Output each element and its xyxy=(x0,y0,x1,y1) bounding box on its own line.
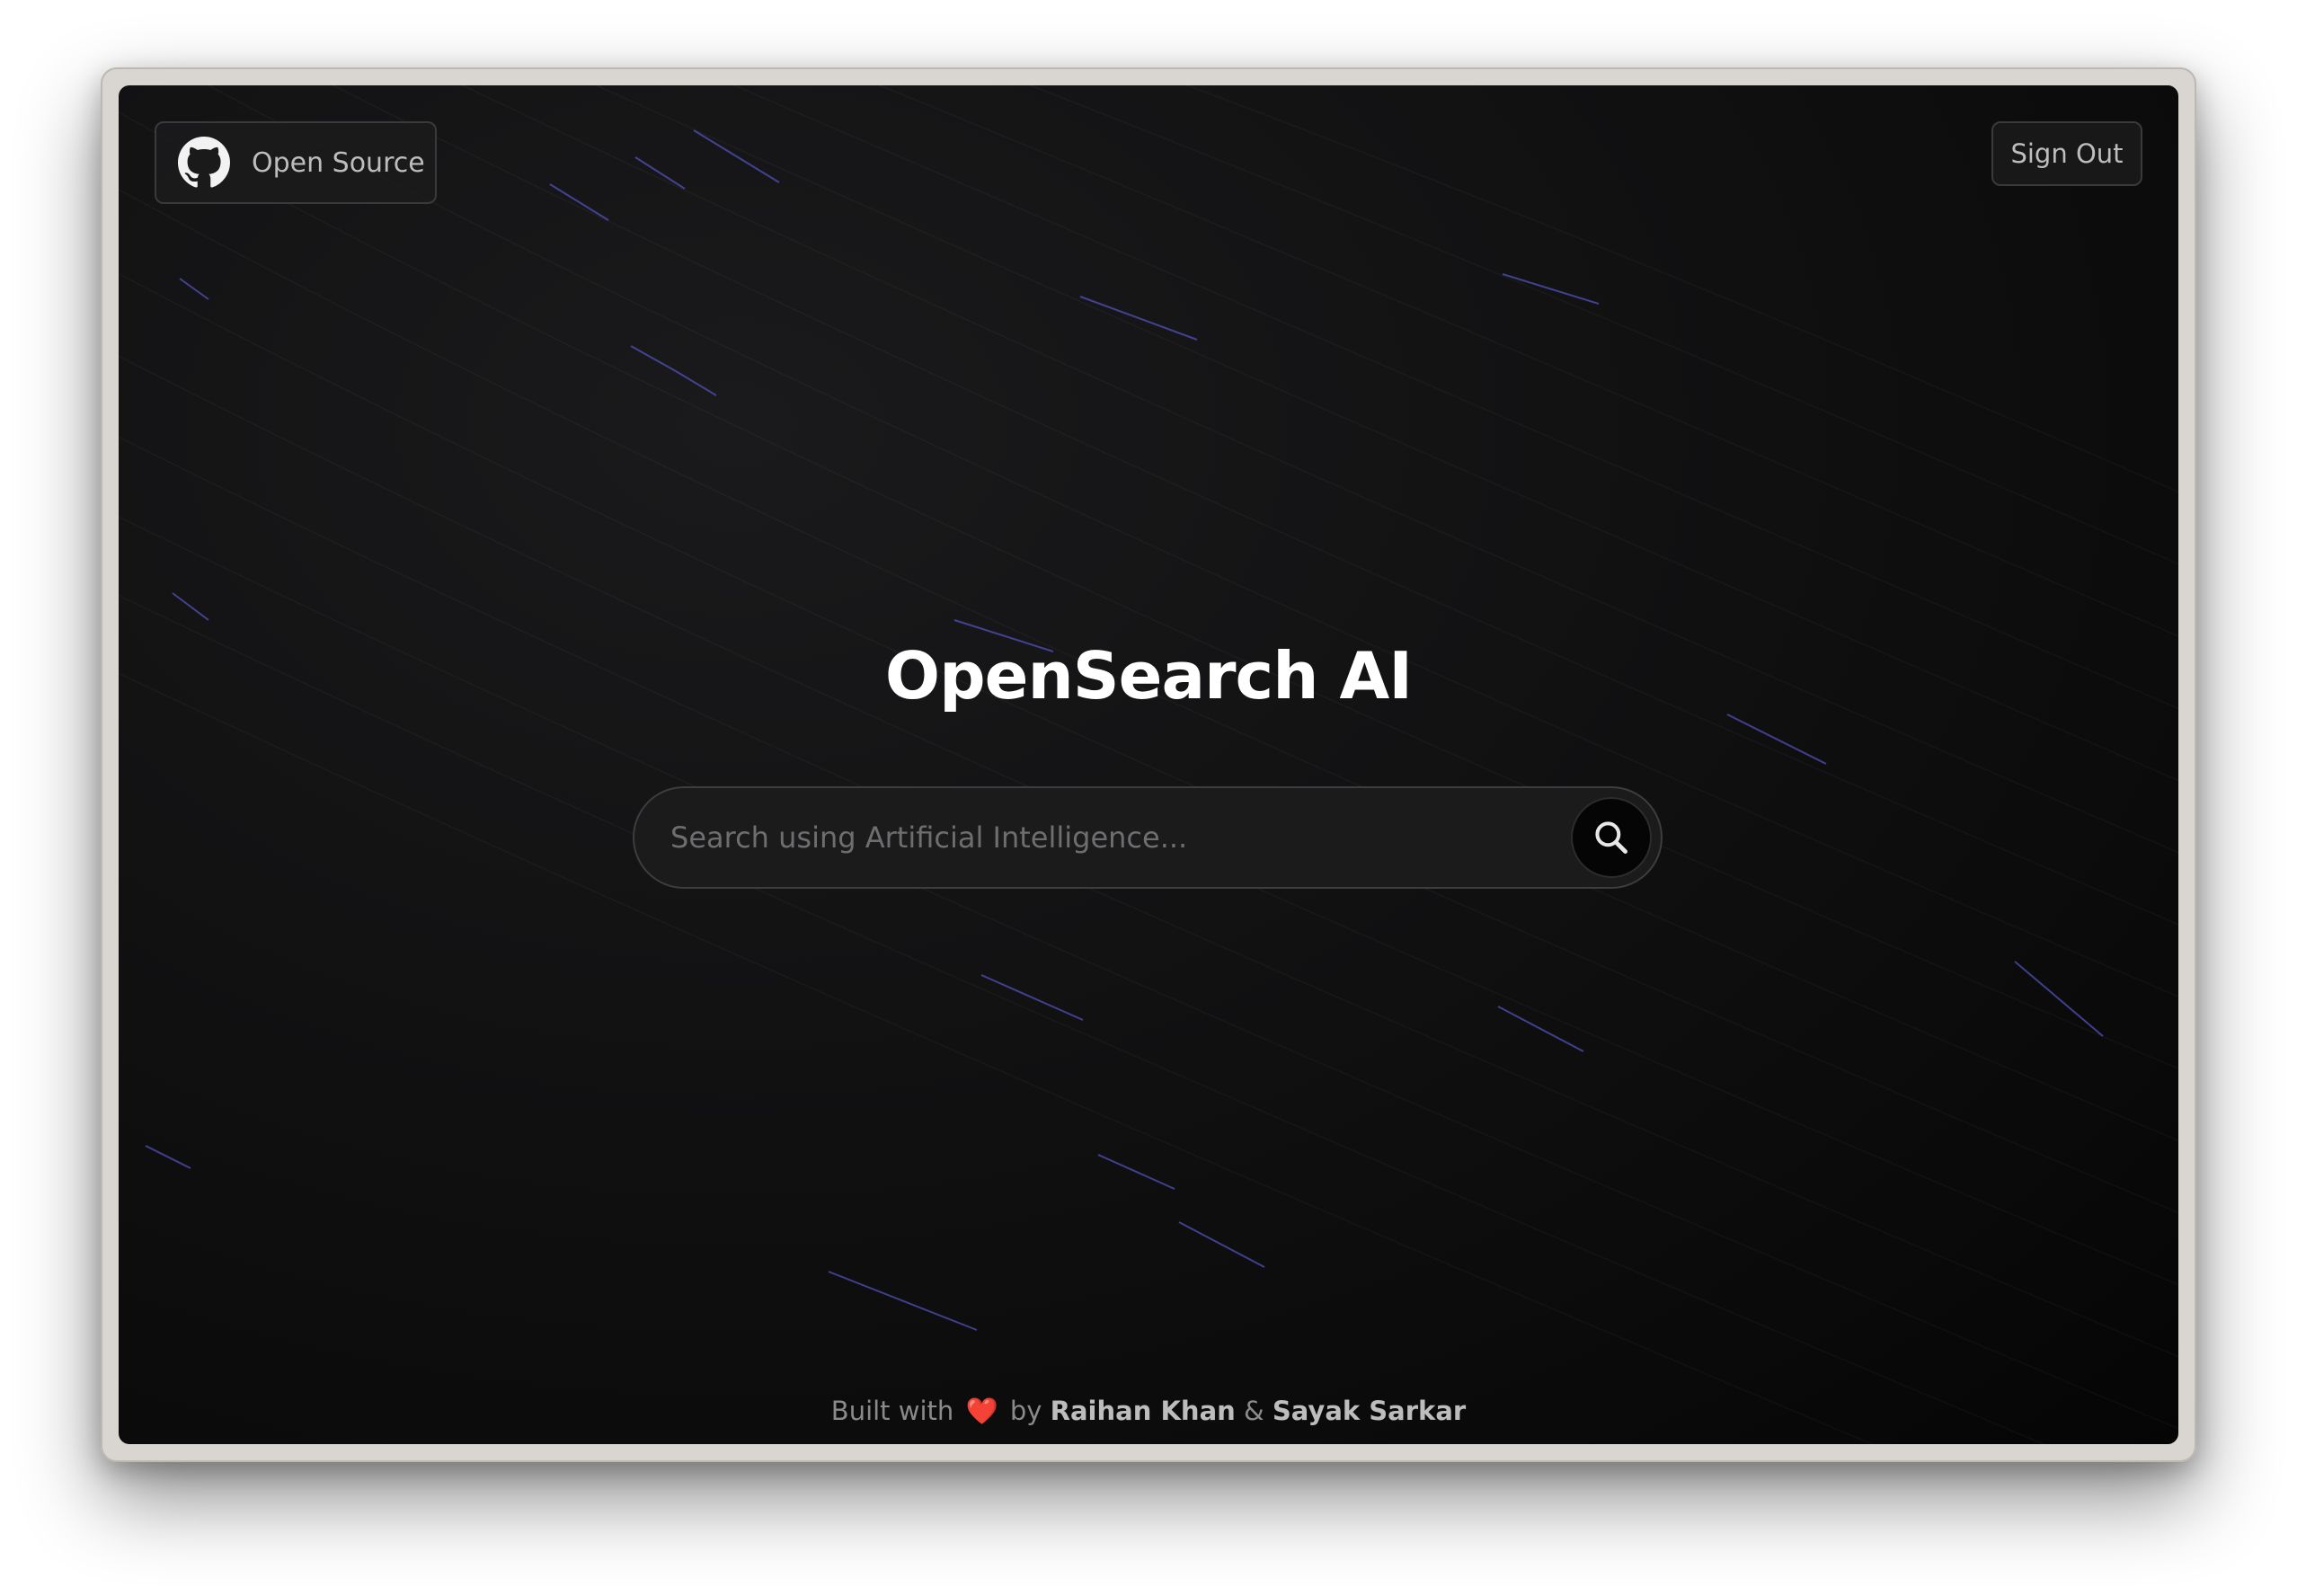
search-input[interactable] xyxy=(634,787,1571,888)
author-sayak-sarkar[interactable]: Sayak Sarkar xyxy=(1273,1396,1466,1426)
app-screen: Open Source Sign Out OpenSearch AI Built… xyxy=(119,85,2178,1444)
device-frame: Open Source Sign Out OpenSearch AI Built… xyxy=(101,67,2196,1462)
sign-out-button[interactable]: Sign Out xyxy=(1991,121,2142,186)
github-icon xyxy=(178,137,230,189)
author-raihan-khan[interactable]: Raihan Khan xyxy=(1051,1396,1236,1426)
page-title: OpenSearch AI xyxy=(884,638,1413,714)
footer-by: by xyxy=(1009,1396,1042,1426)
footer-credits: Built with ❤️ by Raihan Khan & Sayak Sar… xyxy=(119,1396,2178,1427)
open-source-label: Open Source xyxy=(252,146,425,179)
footer-ampersand: & xyxy=(1244,1396,1264,1426)
search-button[interactable] xyxy=(1571,797,1652,878)
open-source-button[interactable]: Open Source xyxy=(155,121,437,204)
search-bar xyxy=(633,786,1663,889)
search-icon xyxy=(1592,818,1631,857)
footer-built-with: Built with xyxy=(830,1396,954,1426)
heart-icon: ❤️ xyxy=(965,1396,998,1426)
background-pattern xyxy=(145,129,2104,1331)
